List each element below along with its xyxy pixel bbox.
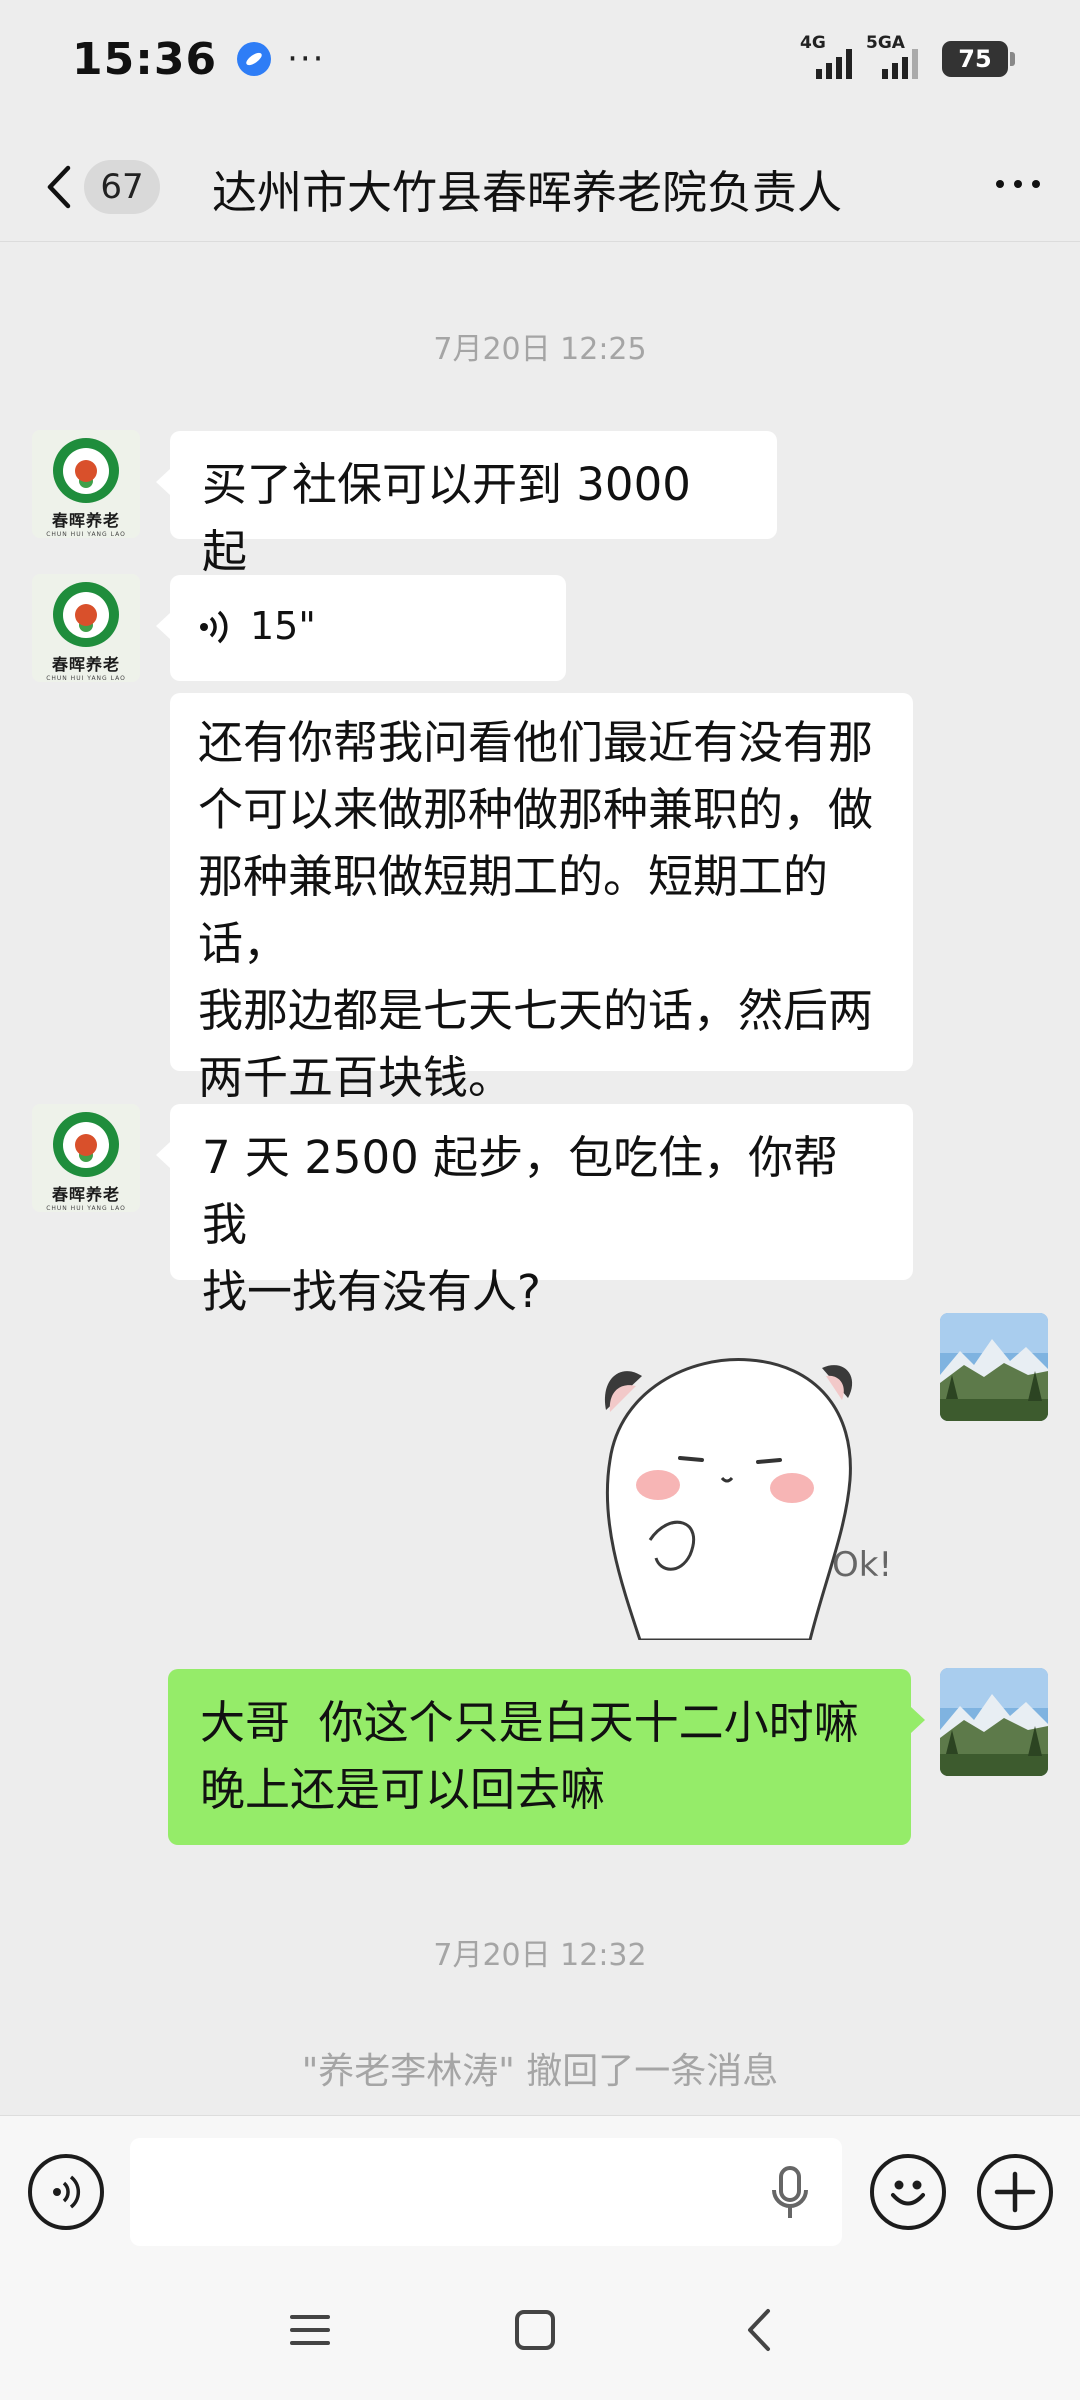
- voice-transcription[interactable]: 还有你帮我问看他们最近有没有那 个可以来做那种做那种兼职的，做 那种兼职做短期工…: [170, 693, 913, 1104]
- message-timestamp: 7月20日 12:25: [433, 332, 647, 367]
- status-time: 15:36: [72, 33, 218, 85]
- voice-mode-icon[interactable]: [28, 2154, 104, 2230]
- incoming-message[interactable]: 买了社保可以开到 3000 起: [156, 431, 777, 578]
- home-square-icon[interactable]: [512, 2305, 558, 2355]
- emoji-icon[interactable]: [870, 2154, 946, 2230]
- chat-header: 67 达州市大竹县春晖养老院负责人: [0, 132, 1080, 242]
- avatar-logo-text: 春晖养老: [51, 511, 120, 530]
- transcription-line: 还有你帮我问看他们最近有没有那: [198, 716, 874, 769]
- incoming-message[interactable]: 7 天 2500 起步，包吃住，你帮我 找一找有没有人?: [156, 1104, 913, 1318]
- contact-avatar[interactable]: 春晖养老 CHUN HUI YANG LAO: [32, 574, 140, 682]
- voice-message[interactable]: 15": [156, 575, 566, 681]
- unread-count-badge[interactable]: 67: [84, 160, 160, 214]
- menu-icon[interactable]: [288, 2305, 332, 2355]
- voice-wave-icon: [200, 610, 228, 643]
- voice-duration: 15": [250, 604, 316, 648]
- input-bar: [0, 2115, 1080, 2267]
- signal-5ga-icon: 5GA: [866, 33, 918, 79]
- more-icon[interactable]: [996, 180, 1040, 188]
- message-line: 找一找有没有人?: [202, 1265, 541, 1318]
- sticker-image[interactable]: Ok!: [580, 1340, 910, 1640]
- avatar-logo-subtext: CHUN HUI YANG LAO: [46, 531, 126, 538]
- contact-avatar[interactable]: 春晖养老 CHUN HUI YANG LAO: [32, 1104, 140, 1212]
- plus-icon[interactable]: [977, 2154, 1053, 2230]
- transcription-line: 个可以来做那种做那种兼职的，做: [198, 783, 874, 836]
- recall-notice: "养老李林涛" 撤回了一条消息: [301, 2051, 779, 2092]
- transcription-line: 我那边都是七天七天的话，然后两: [198, 984, 874, 1037]
- my-avatar[interactable]: [940, 1668, 1048, 1776]
- message-line: 大哥 你这个只是白天十二小时嘛: [200, 1696, 859, 1749]
- message-line: 晚上还是可以回去嘛: [200, 1763, 606, 1816]
- transcription-line: 两千五百块钱。: [198, 1051, 514, 1104]
- nav-back-icon[interactable]: [742, 2305, 778, 2355]
- outgoing-message[interactable]: 大哥 你这个只是白天十二小时嘛 晚上还是可以回去嘛: [168, 1669, 925, 1845]
- battery-icon: 75: [942, 41, 1015, 77]
- message-timestamp: 7月20日 12:32: [433, 1938, 647, 1973]
- signal-4g-icon: 4G: [800, 33, 852, 79]
- sticker-caption: Ok!: [832, 1545, 892, 1585]
- microphone-icon[interactable]: [770, 2166, 810, 2222]
- transcription-line: 那种兼职做短期工的。短期工的话，: [198, 850, 829, 970]
- message-input[interactable]: [130, 2138, 842, 2246]
- message-line: 7 天 2500 起步，包吃住，你帮我: [202, 1131, 839, 1251]
- contact-avatar[interactable]: 春晖养老 CHUN HUI YANG LAO: [32, 430, 140, 538]
- status-bar: 15:36 ··· 4G 5GA 75: [0, 0, 1080, 118]
- my-avatar[interactable]: [940, 1313, 1048, 1421]
- system-nav-bar: [0, 2267, 1080, 2400]
- more-notifications-icon: ···: [287, 39, 326, 79]
- app-notification-icon: [237, 42, 272, 76]
- chat-title: 达州市大竹县春晖养老院负责人: [212, 166, 843, 219]
- back-arrow-icon[interactable]: [40, 162, 80, 212]
